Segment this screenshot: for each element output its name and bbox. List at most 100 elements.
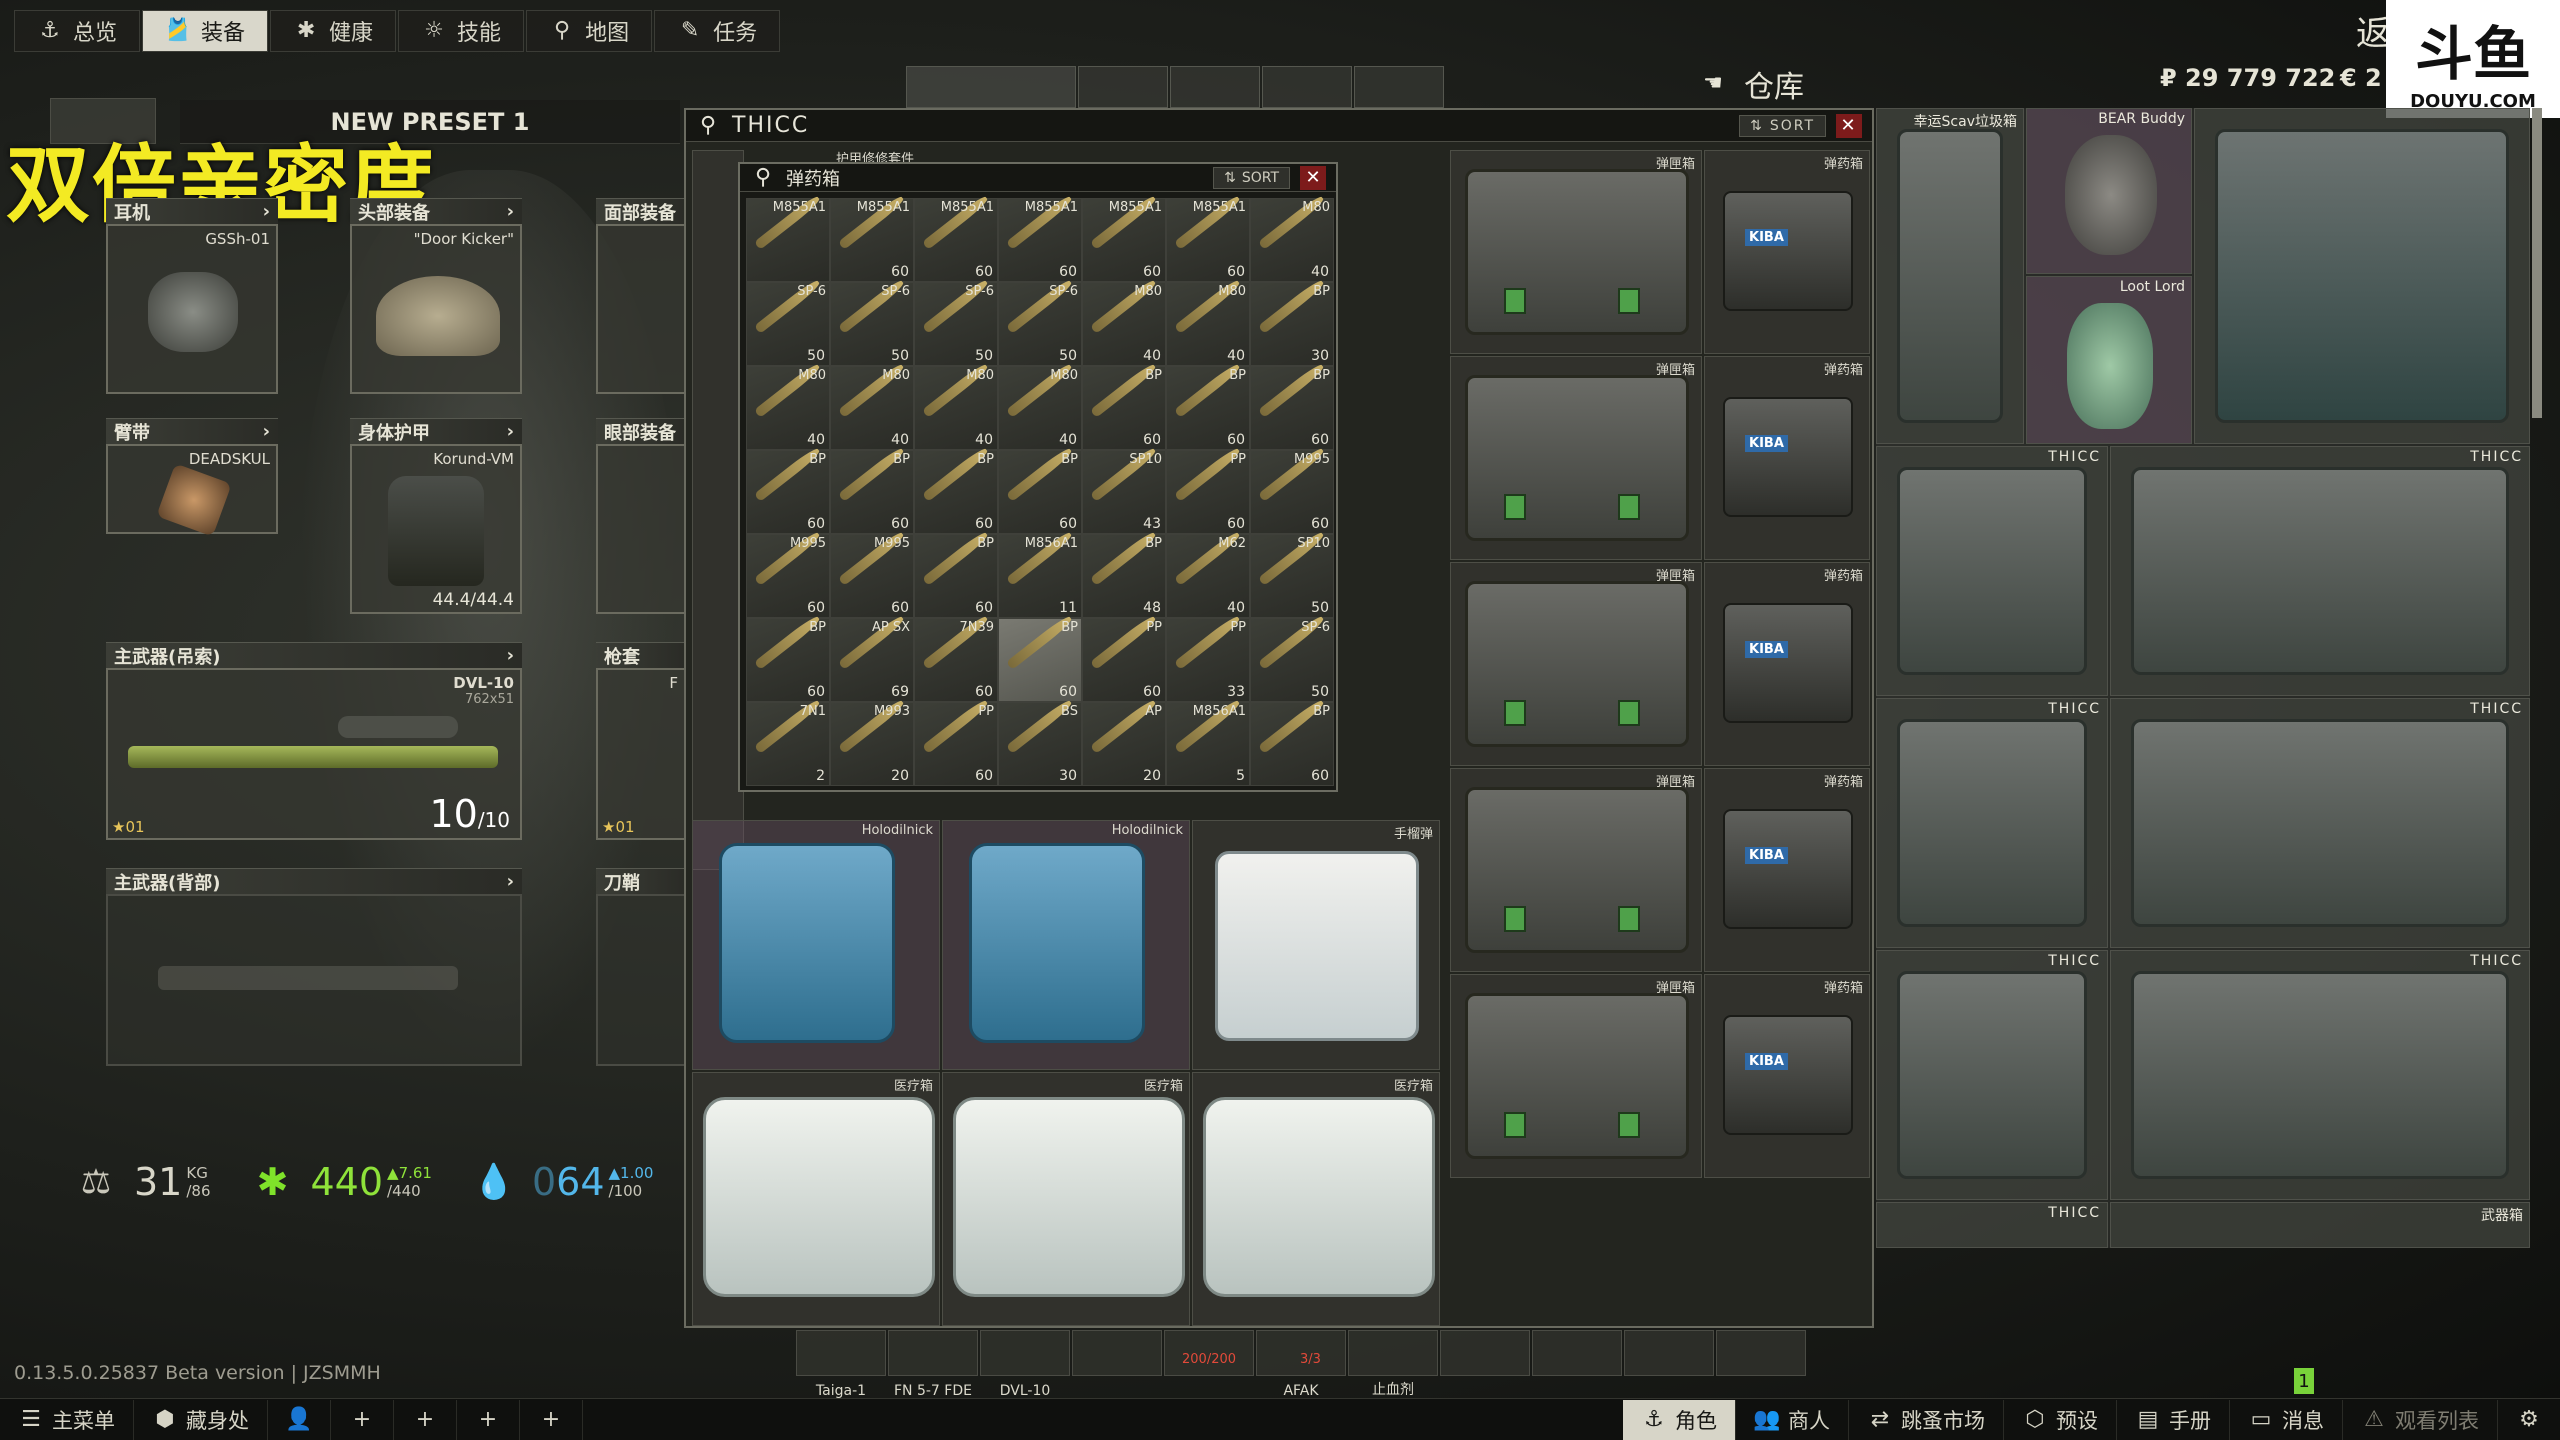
ammo-cell[interactable]: M80 40 (1166, 278, 1250, 366)
quick-slot-1[interactable]: Taiga-1 (796, 1330, 886, 1399)
plus-button-1[interactable]: + (331, 1399, 394, 1440)
ammo-cell[interactable]: M993 20 (830, 698, 914, 786)
quick-slot-7[interactable]: 止血剂 (1348, 1330, 1438, 1398)
sort-button[interactable]: ⇅ SORT (1213, 166, 1290, 189)
watchlist-button[interactable]: ⚠ 观看列表 (2343, 1399, 2498, 1440)
stash-container-large[interactable] (2194, 108, 2530, 444)
thicc-case-6[interactable]: THICC (2110, 950, 2530, 1200)
stash-strip-cell[interactable] (1354, 66, 1444, 108)
sort-button[interactable]: ⇅ SORT (1739, 114, 1826, 137)
ammo-can[interactable]: 弹药箱 KIBA (1704, 150, 1870, 354)
quick-slot-8[interactable] (1440, 1330, 1530, 1376)
medical-case-2[interactable]: 医疗箱 (942, 1072, 1190, 1326)
tab-health[interactable]: ✱ 健康 (270, 10, 397, 52)
ammo-can[interactable]: 弹药箱 KIBA (1704, 768, 1870, 972)
ammo-cell[interactable]: M995 60 (746, 530, 830, 618)
ammo-cell[interactable]: PP 33 (1166, 614, 1250, 702)
ammo-cell[interactable]: M80 40 (746, 362, 830, 450)
thicc-case-2[interactable]: THICC (2110, 446, 2530, 696)
ammo-cell[interactable]: M855A1 60 (998, 194, 1082, 282)
main-menu-button[interactable]: ☰ 主菜单 (0, 1399, 134, 1440)
ammo-cell[interactable]: BP 60 (914, 446, 998, 534)
ammo-case[interactable]: 弹匣箱 (1450, 562, 1702, 766)
thicc-case-5[interactable]: THICC (1876, 950, 2108, 1200)
scabbard-slot[interactable] (596, 894, 686, 1066)
stash-strip-cell[interactable] (906, 66, 1076, 108)
ammo-cell[interactable]: 7N1 2 (746, 698, 830, 786)
ammo-case[interactable]: 弹匣箱 (1450, 356, 1702, 560)
traders-button[interactable]: 👥 商人 (1736, 1399, 1849, 1440)
quick-slot-9[interactable] (1532, 1330, 1622, 1376)
ammo-cell[interactable]: BP 60 (1250, 698, 1334, 786)
ammo-cell[interactable]: M80 40 (830, 362, 914, 450)
ammo-cell[interactable]: SP-6 50 (914, 278, 998, 366)
close-button[interactable]: ✕ (1300, 165, 1326, 190)
ammo-cell[interactable]: BP 60 (914, 530, 998, 618)
ammo-cell[interactable]: M856A1 11 (998, 530, 1082, 618)
ammo-cell[interactable]: BP 60 (998, 446, 1082, 534)
ammo-cell[interactable]: M80 40 (1250, 194, 1334, 282)
ammo-case[interactable]: 弹匣箱 (1450, 768, 1702, 972)
loot-lord-item[interactable]: Loot Lord (2026, 276, 2192, 444)
primary-weapon-back-slot[interactable] (106, 894, 522, 1066)
ammo-cell[interactable]: M855A1 60 (914, 194, 998, 282)
ammo-cell[interactable]: SP-6 50 (830, 278, 914, 366)
plus-button-2[interactable]: + (394, 1399, 457, 1440)
stash-strip-cell[interactable] (1078, 66, 1168, 108)
ammo-cell[interactable]: M855A1 (746, 194, 830, 282)
ammo-cell[interactable]: 7N39 60 (914, 614, 998, 702)
scav-junkbox[interactable]: 幸运Scav垃圾箱 (1876, 108, 2024, 444)
ammo-cell[interactable]: M995 60 (830, 530, 914, 618)
quick-slot-10[interactable] (1624, 1330, 1714, 1376)
tab-map[interactable]: ⚲ 地图 (526, 10, 653, 52)
quick-slot-4[interactable] (1072, 1330, 1162, 1376)
ammo-cell[interactable]: BP 60 (998, 614, 1082, 702)
ammo-case[interactable]: 弹匣箱 (1450, 150, 1702, 354)
stash-scrollbar[interactable] (2532, 108, 2542, 418)
medical-case-3[interactable]: 医疗箱 (1192, 1072, 1440, 1326)
close-button[interactable]: ✕ (1836, 113, 1862, 138)
thicc-case-4[interactable]: THICC (2110, 698, 2530, 948)
holodilnick-cooler-2[interactable]: Holodilnick (942, 820, 1190, 1070)
flea-market-button[interactable]: ⇄ 跳蚤市场 (1849, 1399, 2004, 1440)
ammo-cell[interactable]: BP 60 (1166, 362, 1250, 450)
ammo-can[interactable]: 弹药箱 KIBA (1704, 562, 1870, 766)
stash-strip-cell[interactable] (1170, 66, 1260, 108)
ammo-cell[interactable]: M62 40 (1166, 530, 1250, 618)
ammo-cell[interactable]: PP 60 (1082, 614, 1166, 702)
armor-repair-kit-column[interactable] (692, 150, 744, 870)
grenade-case[interactable]: 手榴弹 (1192, 820, 1440, 1070)
ammo-case[interactable]: 弹匣箱 (1450, 974, 1702, 1178)
tab-gear[interactable]: 🎽 装备 (142, 10, 269, 52)
primary-weapon-sling-slot[interactable]: DVL-10 762x51 10/10 ★01 (106, 668, 522, 840)
thicc-case-1[interactable]: THICC (1876, 446, 2108, 696)
ammo-cell[interactable]: BS 30 (998, 698, 1082, 786)
ammo-cell[interactable]: BP 60 (746, 446, 830, 534)
ammo-window-titlebar[interactable]: ⚲ 弹药箱 ⇅ SORT ✕ (740, 164, 1336, 192)
ammo-cell[interactable]: BP 60 (1082, 362, 1166, 450)
ammo-cell[interactable]: M855A1 60 (1082, 194, 1166, 282)
body-armor-slot[interactable]: Korund-VM 44.4/44.4 (350, 444, 522, 614)
quick-slot-3[interactable]: DVL-10 (980, 1330, 1070, 1399)
eyewear-slot[interactable] (596, 444, 686, 614)
ammo-cell[interactable]: M80 40 (998, 362, 1082, 450)
ammo-cell[interactable]: SP-6 50 (746, 278, 830, 366)
weapon-case[interactable]: 武器箱 (2110, 1202, 2530, 1248)
ammo-cell[interactable]: SP-6 50 (998, 278, 1082, 366)
ammo-cell[interactable]: BP 60 (1250, 362, 1334, 450)
ammo-cell[interactable]: BP 60 (830, 446, 914, 534)
ammo-cell[interactable]: M855A1 60 (830, 194, 914, 282)
profile-button[interactable]: 👤 (268, 1399, 331, 1440)
ammo-cell[interactable]: BP 48 (1082, 530, 1166, 618)
quick-slot-2[interactable]: FN 5-7 FDE (888, 1330, 978, 1399)
medical-case-1[interactable]: 医疗箱 (692, 1072, 940, 1326)
facecover-slot[interactable] (596, 224, 686, 394)
ammo-cell[interactable]: M856A1 5 (1166, 698, 1250, 786)
settings-button[interactable]: ⚙ (2498, 1400, 2560, 1440)
ammo-cell[interactable]: PP 60 (914, 698, 998, 786)
ammo-can[interactable]: 弹药箱 KIBA (1704, 356, 1870, 560)
earpiece-slot[interactable]: GSSh-01 (106, 224, 278, 394)
thicc-case-7[interactable]: THICC (1876, 1202, 2108, 1248)
armband-slot[interactable]: DEADSKUL (106, 444, 278, 537)
messages-button[interactable]: ▭ 消息 (2230, 1399, 2343, 1440)
